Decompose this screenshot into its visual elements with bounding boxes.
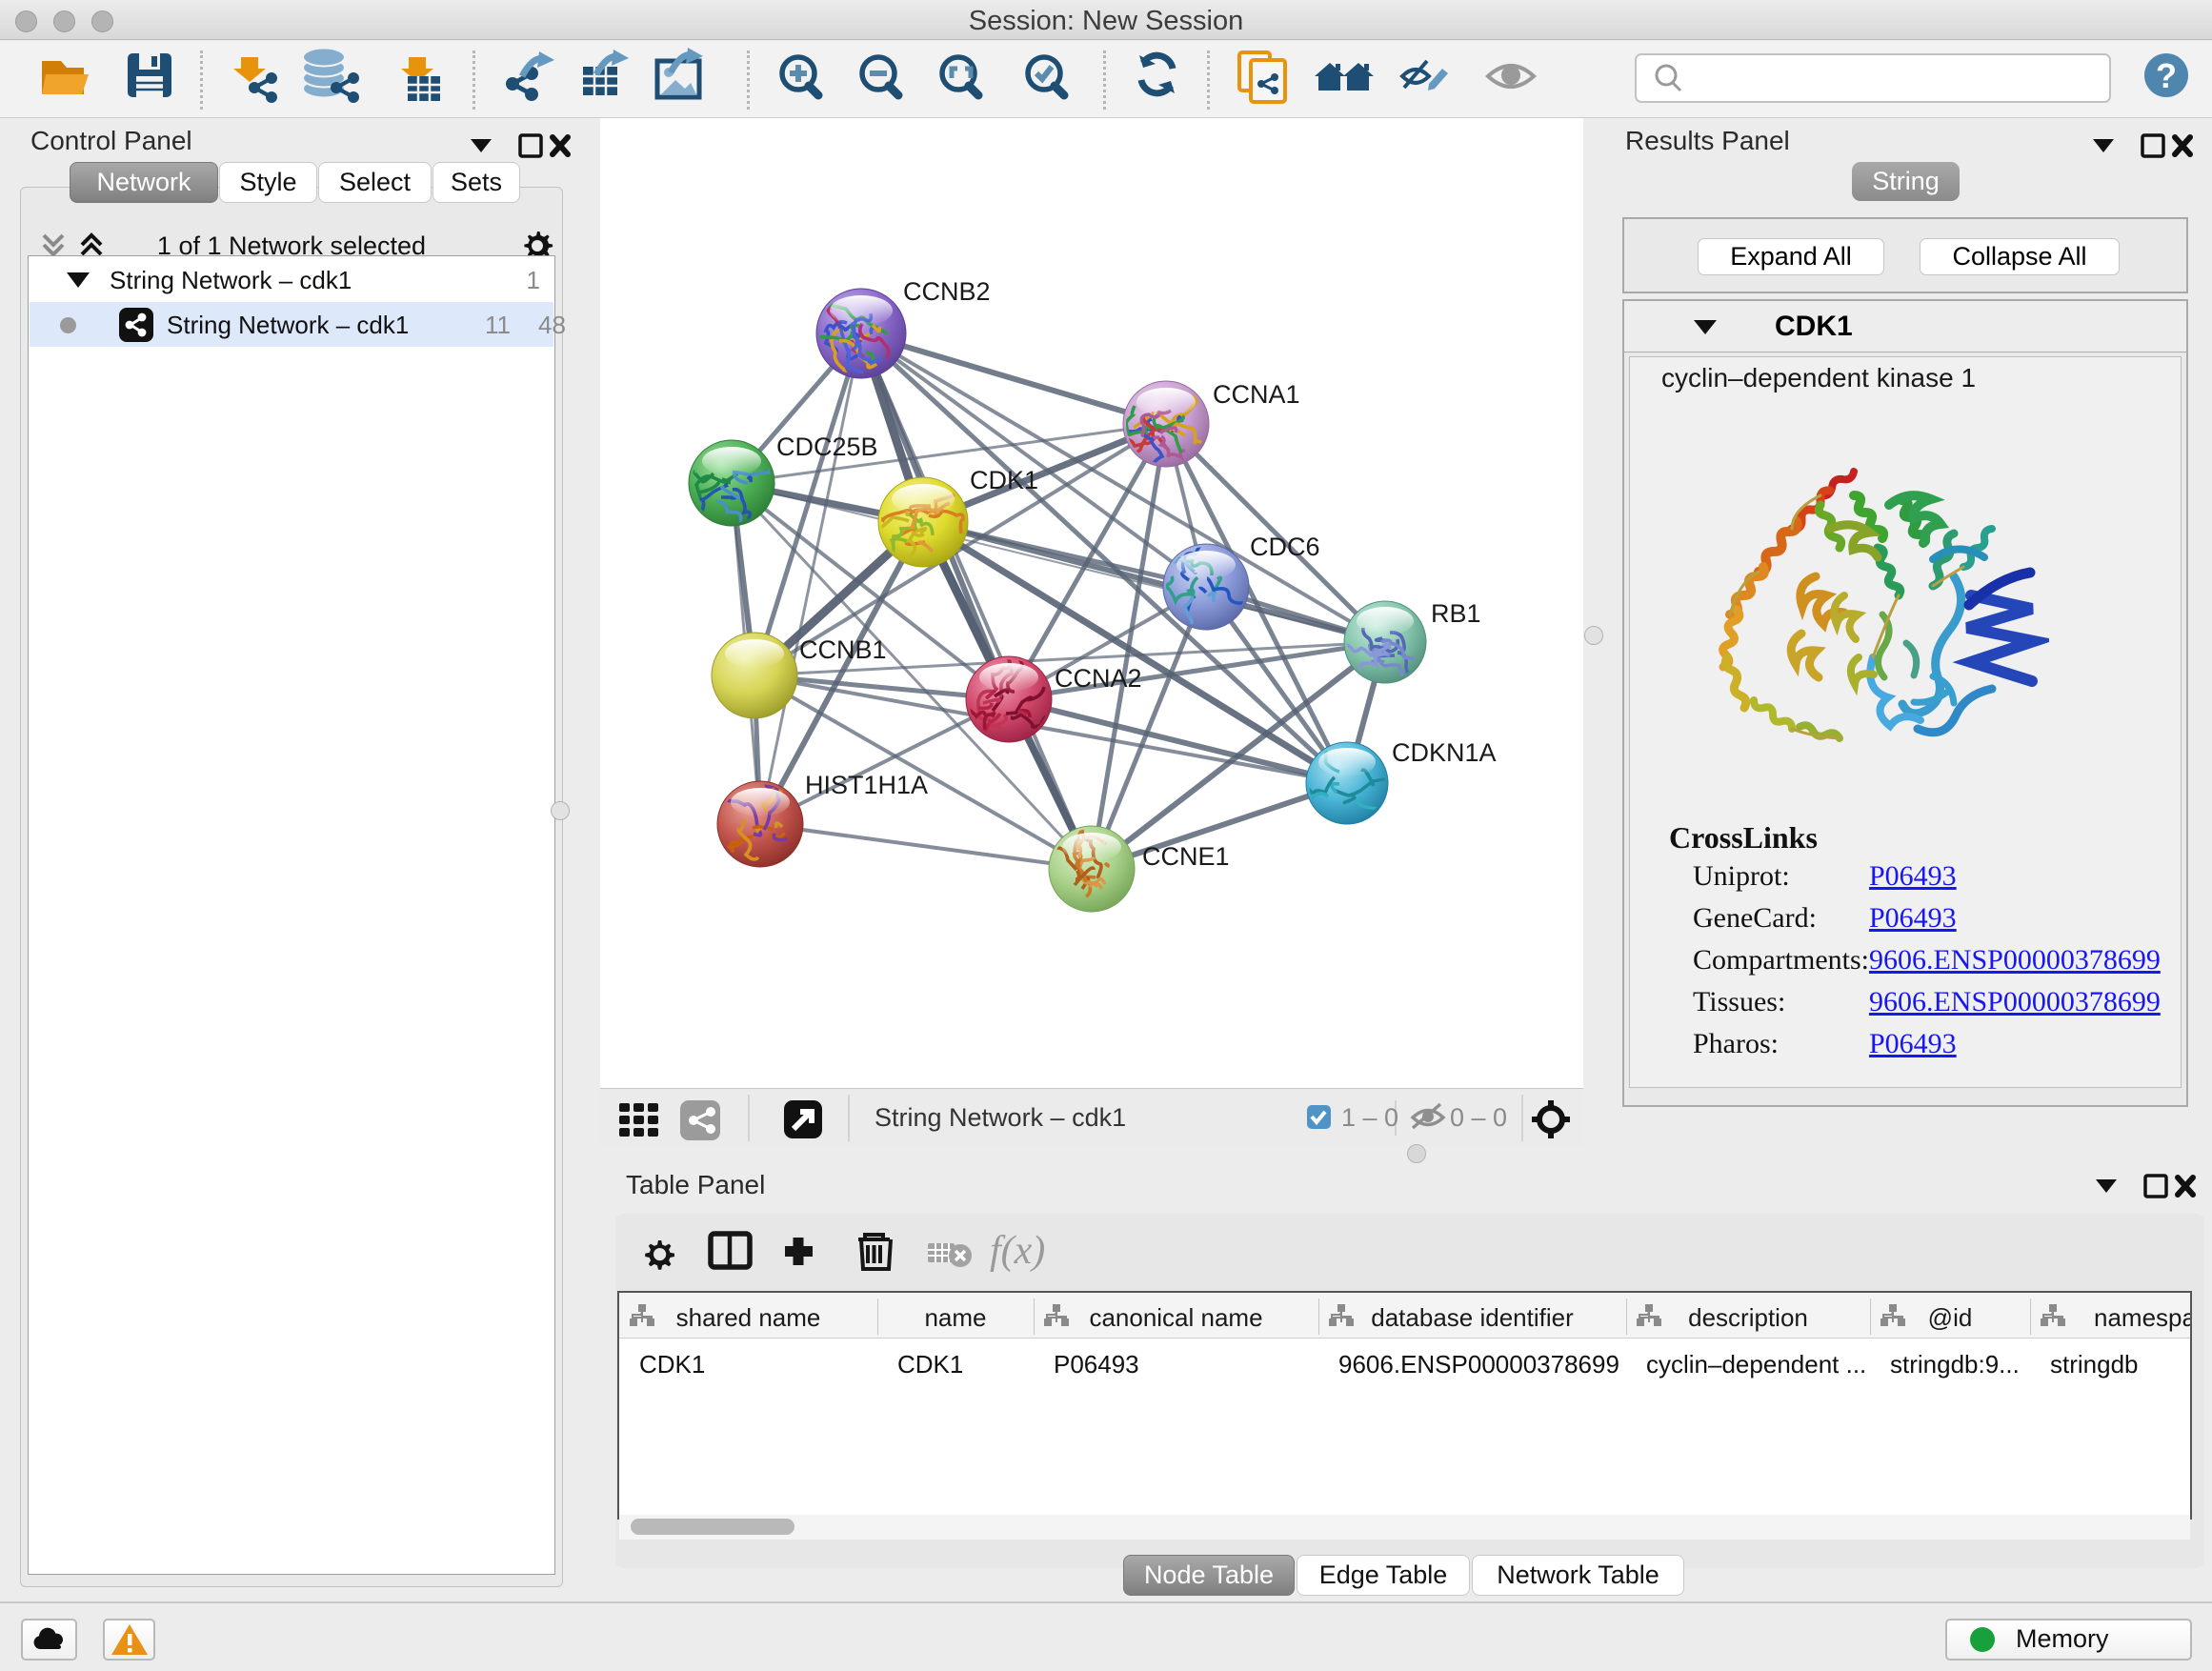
svg-text:CDC25B: CDC25B: [776, 433, 878, 461]
svg-text:CDKN1A: CDKN1A: [1392, 738, 1497, 767]
svg-text:RB1: RB1: [1431, 599, 1481, 628]
svg-text:CCNA1: CCNA1: [1213, 380, 1300, 409]
svg-text:CCNB1: CCNB1: [799, 635, 887, 664]
svg-text:CDC6: CDC6: [1250, 533, 1320, 561]
svg-text:CDK1: CDK1: [970, 466, 1038, 494]
svg-text:CCNA2: CCNA2: [1055, 664, 1142, 693]
svg-text:CCNE1: CCNE1: [1142, 842, 1230, 871]
svg-text:CCNB2: CCNB2: [903, 277, 991, 306]
svg-text:HIST1H1A: HIST1H1A: [805, 771, 928, 799]
svg-text:?: ?: [2156, 56, 2177, 95]
svg-text:f(x): f(x): [990, 1229, 1045, 1273]
